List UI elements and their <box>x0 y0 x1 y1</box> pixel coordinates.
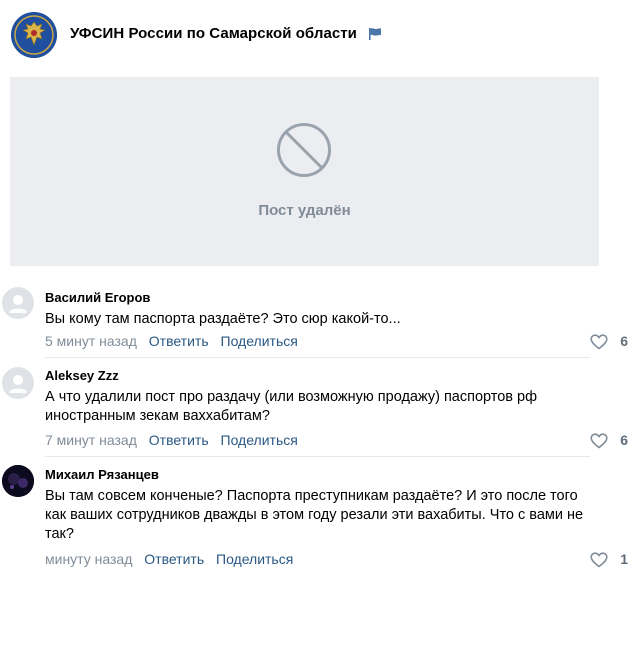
flag-icon <box>369 28 381 40</box>
comment-time[interactable]: 7 минут назад <box>45 432 137 448</box>
comment-text: Вы там совсем конченые? Паспорта преступ… <box>45 488 584 542</box>
heart-icon <box>590 334 608 350</box>
comment-meta: минуту назад Ответить Поделиться <box>45 551 293 567</box>
like-count: 1 <box>620 551 628 567</box>
reply-button[interactable]: Ответить <box>149 333 209 349</box>
comment-time[interactable]: минуту назад <box>45 551 132 567</box>
comment-author[interactable]: Aleksey Zzz <box>45 368 119 383</box>
ban-icon <box>277 123 331 177</box>
comment-text: Вы кому там паспорта раздаёте? Это сюр к… <box>45 311 401 327</box>
comment-text: А что удалили пост про раздачу (или возм… <box>45 389 538 424</box>
reply-button[interactable]: Ответить <box>149 432 209 448</box>
share-button[interactable]: Поделиться <box>216 551 293 567</box>
comment-time[interactable]: 5 минут назад <box>45 333 137 349</box>
share-button[interactable]: Поделиться <box>221 333 298 349</box>
comment-meta: 7 минут назад Ответить Поделиться <box>45 432 298 448</box>
group-avatar[interactable] <box>11 12 57 58</box>
like-count: 6 <box>620 432 628 448</box>
user-placeholder-icon <box>9 375 27 393</box>
avatar[interactable] <box>2 287 34 319</box>
reply-button[interactable]: Ответить <box>144 551 204 567</box>
user-placeholder-icon <box>9 295 27 313</box>
avatar[interactable] <box>2 367 34 399</box>
comment-meta: 5 минут назад Ответить Поделиться <box>45 333 298 349</box>
deleted-post-label: Пост удалён <box>258 202 351 219</box>
like-button[interactable]: 6 <box>588 432 628 450</box>
like-count: 6 <box>620 333 628 349</box>
user-photo-icon <box>2 465 34 497</box>
like-button[interactable]: 1 <box>588 551 628 569</box>
group-name[interactable]: УФСИН России по Самарской области <box>70 25 357 42</box>
heart-icon <box>590 552 608 568</box>
comment-divider <box>45 456 590 457</box>
share-button[interactable]: Поделиться <box>221 432 298 448</box>
comment-author[interactable]: Василий Егоров <box>45 290 150 305</box>
heart-icon <box>590 433 608 449</box>
like-button[interactable]: 6 <box>588 333 628 351</box>
comment-divider <box>45 357 590 358</box>
comment-author[interactable]: Михаил Рязанцев <box>45 467 159 482</box>
avatar[interactable] <box>2 465 34 497</box>
emblem-eagle-icon <box>11 12 57 58</box>
group-header: УФСИН России по Самарской области <box>0 0 640 72</box>
